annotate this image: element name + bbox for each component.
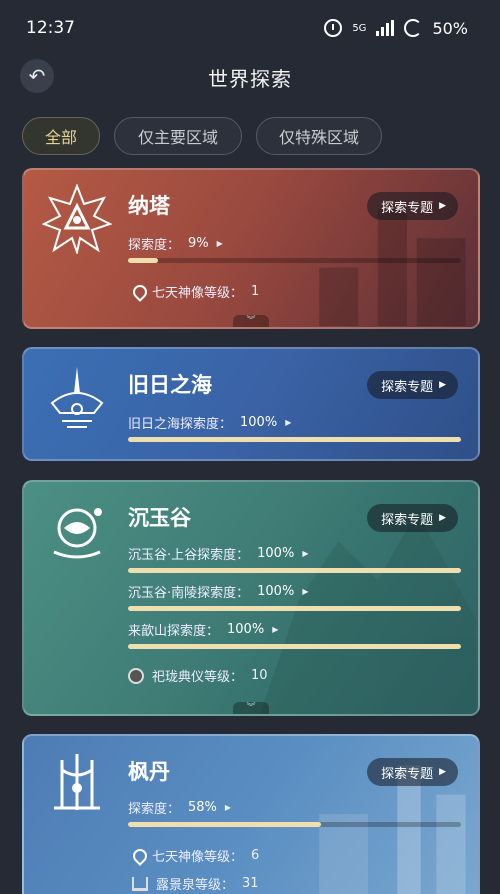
progress-label: 沉玉谷·上谷探索度：	[128, 548, 250, 563]
caret-right-icon: ▶	[285, 418, 292, 427]
progress-label: 沉玉谷·南陵探索度：	[128, 586, 250, 601]
info-label: 七天神像等级：	[152, 286, 244, 301]
topic-label: 探索专题	[381, 379, 434, 395]
exploration-topic-button[interactable]: 探索专题 ▶	[367, 758, 458, 786]
filter-main-regions[interactable]: 仅主要区域	[114, 117, 242, 155]
caret-right-icon: ▶	[216, 239, 223, 248]
caret-right-icon: ▶	[224, 803, 232, 812]
info-row: 七天神像等级： 1	[132, 282, 259, 301]
progress-bar	[128, 437, 461, 442]
progress-bar	[128, 644, 461, 649]
info-row: 露景泉等级： 31	[132, 874, 259, 893]
signal-icon	[376, 20, 395, 36]
info-value: 31	[242, 876, 259, 891]
info-label: 七天神像等级：	[152, 850, 244, 865]
info-label: 祀珑典仪等级：	[152, 670, 244, 685]
caret-right-icon: ▶	[272, 625, 279, 634]
region-card-nata[interactable]: 纳塔 探索专题 ▶ 探索度： 9% ▶ 七天神像等级： 1 ︾	[22, 168, 480, 329]
back-button[interactable]: ↶	[20, 59, 54, 93]
spring-icon	[132, 876, 148, 891]
statue-pin-icon	[132, 285, 144, 299]
topic-label: 探索专题	[381, 766, 434, 782]
back-arrow-icon: ↶	[28, 64, 46, 88]
info-row: 祀珑典仪等级： 10	[128, 666, 268, 685]
alarm-icon	[324, 19, 343, 37]
region-name: 旧日之海	[128, 373, 212, 397]
progress-bar-fill	[128, 606, 461, 611]
progress-row[interactable]: 沉玉谷·南陵探索度： 100% ▶	[128, 582, 308, 601]
caret-right-icon: ▶	[302, 587, 309, 596]
progress-label: 旧日之海探索度：	[128, 417, 233, 432]
progress-value: 100%	[240, 415, 278, 430]
network-label: 5G	[352, 22, 367, 34]
progress-row[interactable]: 沉玉谷·上谷探索度： 100% ▶	[128, 544, 308, 563]
status-icons: 5G 50%	[324, 19, 468, 38]
progress-row[interactable]: 来歆山探索度： 100% ▶	[128, 620, 278, 639]
region-name: 纳塔	[128, 194, 170, 218]
progress-bar	[128, 568, 461, 573]
old-sea-emblem-icon	[50, 367, 104, 428]
progress-value: 100%	[257, 546, 295, 561]
filter-tabs: 全部 仅主要区域 仅特殊区域	[22, 117, 382, 155]
filter-special-regions[interactable]: 仅特殊区域	[256, 117, 382, 155]
filter-all[interactable]: 全部	[22, 117, 100, 155]
topic-label: 探索专题	[381, 512, 434, 528]
battery-icon	[404, 19, 423, 37]
info-row: 七天神像等级： 6	[132, 846, 259, 865]
battery-level: 50%	[432, 18, 468, 38]
progress-bar-fill	[128, 258, 158, 263]
progress-value: 100%	[227, 622, 265, 637]
play-arrow-icon: ▶	[439, 201, 446, 211]
progress-label: 来歆山探索度：	[128, 624, 220, 639]
progress-bar	[128, 822, 461, 827]
progress-label: 探索度：	[128, 802, 181, 817]
info-value: 1	[251, 284, 260, 299]
play-arrow-icon: ▶	[439, 513, 446, 523]
nata-emblem-icon	[42, 184, 112, 254]
progress-bar-fill	[128, 822, 322, 827]
region-name: 沉玉谷	[128, 506, 191, 530]
progress-label: 探索度：	[128, 238, 181, 253]
progress-row[interactable]: 探索度： 9% ▶	[128, 234, 223, 253]
info-label: 露景泉等级：	[156, 878, 235, 893]
page-title: 世界探索	[208, 66, 292, 91]
rite-icon	[128, 667, 144, 684]
progress-value: 58%	[188, 800, 217, 815]
progress-bar-fill	[128, 437, 461, 442]
progress-bar-fill	[128, 644, 461, 649]
progress-value: 100%	[257, 584, 295, 599]
exploration-topic-button[interactable]: 探索专题 ▶	[367, 504, 458, 532]
play-arrow-icon: ▶	[439, 380, 446, 390]
progress-bar-fill	[128, 568, 461, 573]
chenyu-emblem-icon	[53, 508, 102, 559]
region-card-chenyu[interactable]: 沉玉谷 探索专题 ▶ 沉玉谷·上谷探索度： 100% ▶ 沉玉谷·南陵探索度： …	[22, 480, 480, 716]
progress-bar	[128, 258, 461, 263]
progress-row[interactable]: 旧日之海探索度： 100% ▶	[128, 413, 291, 432]
statue-pin-icon	[132, 849, 144, 863]
exploration-topic-button[interactable]: 探索专题 ▶	[367, 371, 458, 399]
info-value: 10	[251, 668, 268, 683]
progress-bar	[128, 606, 461, 611]
region-card-fontaine[interactable]: 枫丹 探索专题 ▶ 探索度： 58% ▶ 七天神像等级： 6 露景泉等级： 31	[22, 734, 480, 894]
progress-value: 9%	[188, 236, 209, 251]
region-name: 枫丹	[128, 760, 170, 784]
page-header: ↶ 世界探索	[0, 56, 500, 98]
progress-row[interactable]: 探索度： 58% ▶	[128, 798, 231, 817]
expand-chevron-icon[interactable]: ︾	[233, 702, 269, 714]
exploration-topic-button[interactable]: 探索专题 ▶	[367, 192, 458, 220]
expand-chevron-icon[interactable]: ︾	[233, 315, 269, 327]
play-arrow-icon: ▶	[439, 767, 446, 777]
topic-label: 探索专题	[381, 200, 434, 216]
region-card-old-sea[interactable]: 旧日之海 探索专题 ▶ 旧日之海探索度： 100% ▶	[22, 347, 480, 461]
status-time: 12:37	[26, 18, 75, 38]
fontaine-emblem-icon	[54, 754, 100, 810]
status-bar: 12:37 5G 50%	[0, 0, 500, 56]
info-value: 6	[251, 848, 260, 863]
caret-right-icon: ▶	[302, 549, 309, 558]
